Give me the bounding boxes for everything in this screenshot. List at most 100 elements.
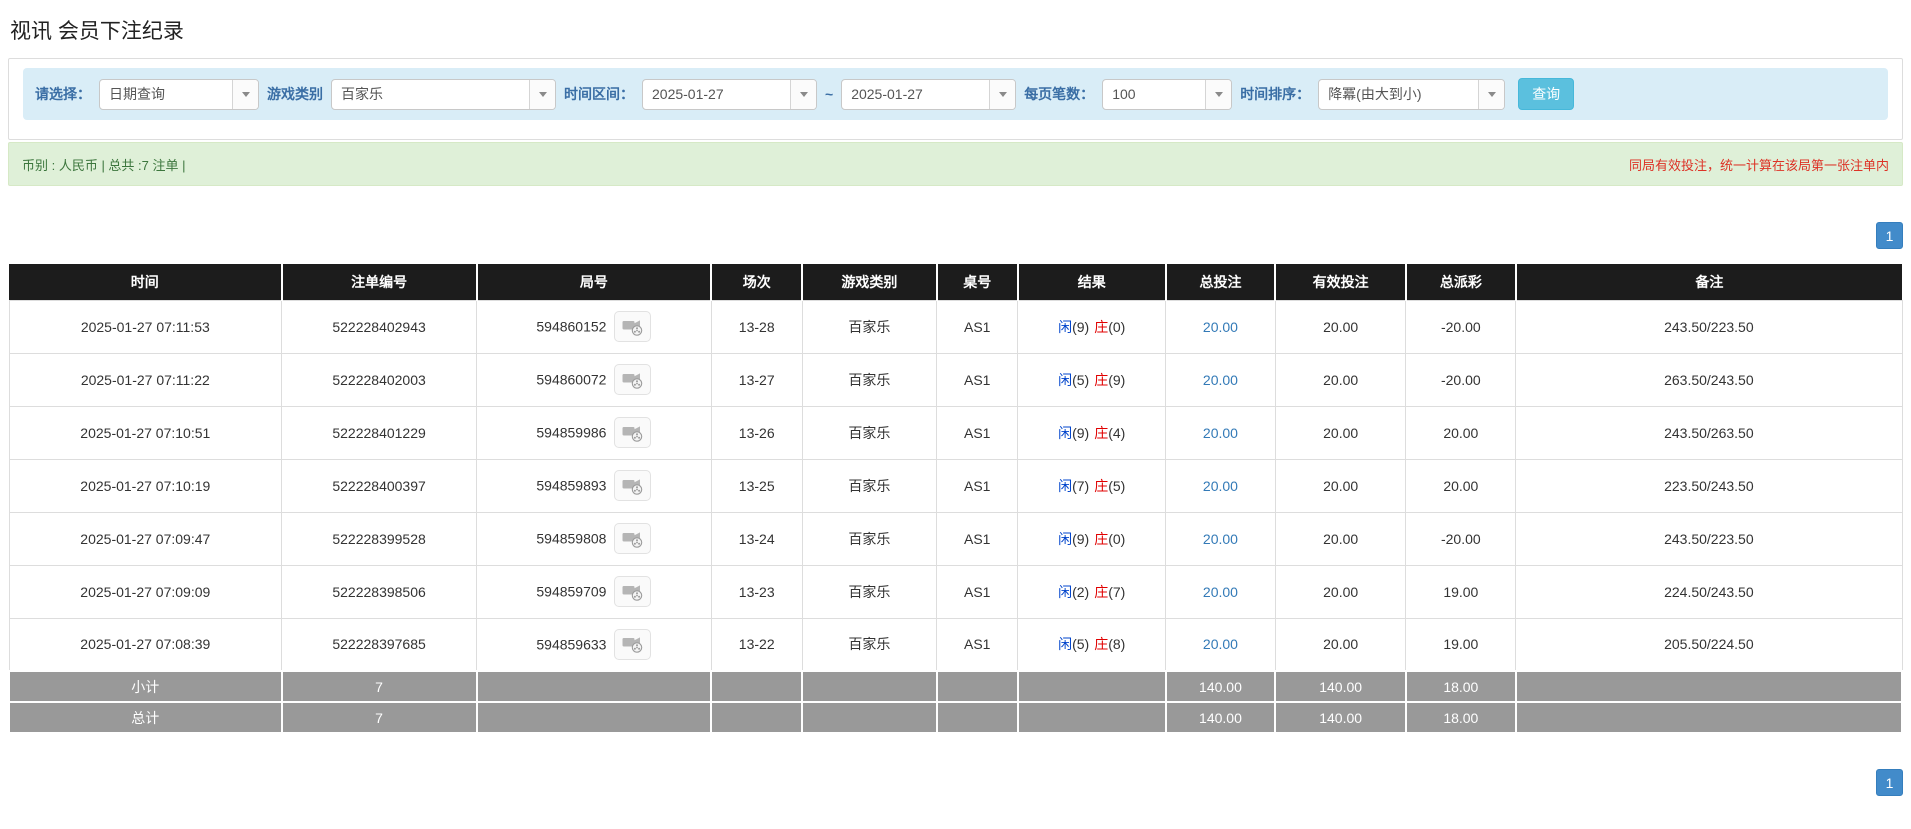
game-type-label: 游戏类别 [267,86,323,102]
table-row: 2025-01-27 07:11:22 522228402003 5948600… [8,352,1903,407]
currency-summary-text: 币别 : 人民币 | 总共 :7 注单 | [22,157,186,173]
cell-bet-id: 522228402943 [281,299,478,354]
total-bet-link[interactable]: 20.00 [1203,636,1238,652]
chevron-down-icon[interactable] [989,79,1016,109]
game-type-select[interactable]: 百家乐 [331,78,556,110]
video-replay-button[interactable] [614,470,652,501]
video-replay-button[interactable] [614,628,652,660]
table-row: 2025-01-27 07:08:39 522228397685 5948596… [8,617,1903,672]
total-payout: 18.00 [1404,701,1517,734]
result-banker-score: (8) [1108,636,1126,653]
total-bet-link[interactable]: 20.00 [1203,584,1238,600]
result-banker-score: (9) [1108,371,1126,388]
cell-payout: -20.00 [1405,299,1517,354]
cell-result: 闲(5) 庄(9) [1017,352,1167,407]
cell-bet-id: 522228400397 [281,458,478,513]
header-time: 时间 [9,264,283,300]
cell-session: 13-23 [710,564,803,619]
total-count: 7 [280,701,478,734]
round-id-text: 594859709 [536,583,607,600]
pagination-page-1-button[interactable]: 1 [1876,769,1903,796]
date-to-select[interactable]: 2025-01-27 [841,78,1017,110]
round-id-text: 594860072 [536,371,607,388]
cell-time: 2025-01-27 07:10:51 [8,405,283,460]
pagination-top: 1 [8,222,1903,249]
header-remark: 备注 [1515,264,1902,300]
table-row: 2025-01-27 07:09:47 522228399528 5948598… [8,511,1903,566]
per-page-label: 每页笔数： [1024,86,1095,102]
table-body: 2025-01-27 07:11:53 522228402943 5948601… [8,299,1903,672]
total-bet-link[interactable]: 20.00 [1203,478,1238,494]
cell-result: 闲(9) 庄(4) [1017,405,1167,460]
cell-game-type: 百家乐 [801,617,938,672]
cell-round-id: 594860152 [476,299,712,354]
chevron-down-icon[interactable] [529,79,555,109]
cell-session: 13-22 [710,617,803,672]
search-button[interactable]: 查询 [1518,78,1575,110]
header-table-no: 桌号 [936,264,1019,300]
query-mode-select[interactable]: 日期查询 [99,78,259,110]
cell-session: 13-24 [710,511,803,566]
result-banker-label: 庄 [1094,318,1109,335]
filter-panel: 请选择： 日期查询 游戏类别 百家乐 时间区间： 2025-01-27 ~ 20… [8,58,1903,140]
cell-valid-bet: 20.00 [1274,617,1407,672]
cell-session: 13-25 [710,458,803,513]
header-round-id: 局号 [476,264,713,300]
cell-game-type: 百家乐 [801,564,938,619]
cell-result: 闲(9) 庄(0) [1017,511,1167,566]
total-bet-link[interactable]: 20.00 [1203,372,1238,388]
cell-table-no: AS1 [936,617,1019,672]
date-from-select[interactable]: 2025-01-27 [642,78,817,110]
video-replay-button[interactable] [614,576,652,607]
round-id-text: 594859986 [536,424,607,441]
cell-table-no: AS1 [936,352,1019,407]
chevron-down-icon[interactable] [790,79,816,109]
pagination-page-1-button[interactable]: 1 [1876,222,1903,249]
chevron-down-icon[interactable] [1205,79,1232,109]
result-banker-score: (0) [1108,530,1126,547]
cell-game-type: 百家乐 [801,405,938,460]
total-bet-link[interactable]: 20.00 [1203,531,1238,547]
result-player-label: 闲 [1058,530,1073,547]
header-bet-id: 注单编号 [281,264,478,300]
video-replay-button[interactable] [614,523,652,554]
round-id-text: 594859808 [536,530,607,547]
total-valid-bet: 140.00 [1274,701,1407,734]
per-page-select[interactable]: 100 [1102,78,1233,110]
cell-session: 13-26 [710,405,803,460]
cell-payout: -20.00 [1405,511,1517,566]
video-camera-icon [622,371,643,389]
result-player-label: 闲 [1058,583,1073,600]
video-camera-icon [622,635,643,653]
table-row: 2025-01-27 07:10:19 522228400397 5948598… [8,458,1903,513]
pagination-bottom: 1 [8,769,1903,796]
cell-total-bet: 20.00 [1165,299,1276,354]
chevron-down-icon[interactable] [1478,79,1505,109]
cell-total-bet: 20.00 [1165,458,1276,513]
cell-valid-bet: 20.00 [1274,405,1407,460]
cell-session: 13-27 [710,352,803,407]
cell-total-bet: 20.00 [1165,405,1276,460]
result-banker-label: 庄 [1094,371,1109,388]
cell-result: 闲(5) 庄(8) [1017,617,1167,672]
cell-game-type: 百家乐 [801,511,938,566]
chevron-down-icon[interactable] [232,79,258,109]
table-row: 2025-01-27 07:10:51 522228401229 5948599… [8,405,1903,460]
total-bet-link[interactable]: 20.00 [1203,425,1238,441]
video-replay-button[interactable] [614,311,652,342]
video-camera-icon [622,583,643,601]
cell-remark: 243.50/263.50 [1515,405,1903,460]
subtotal-payout: 18.00 [1404,670,1517,703]
time-sort-select[interactable]: 降冪(由大到小) [1318,78,1506,110]
total-total-bet: 140.00 [1164,701,1277,734]
video-replay-button[interactable] [614,364,652,395]
result-player-label: 闲 [1058,371,1073,388]
cell-remark: 223.50/243.50 [1515,458,1903,513]
header-session: 场次 [711,264,804,300]
video-replay-button[interactable] [614,417,652,448]
video-camera-icon [622,530,643,548]
total-bet-link[interactable]: 20.00 [1203,319,1238,335]
cell-game-type: 百家乐 [801,299,938,354]
game-type-value: 百家乐 [341,86,383,102]
cell-round-id: 594859893 [476,458,712,513]
